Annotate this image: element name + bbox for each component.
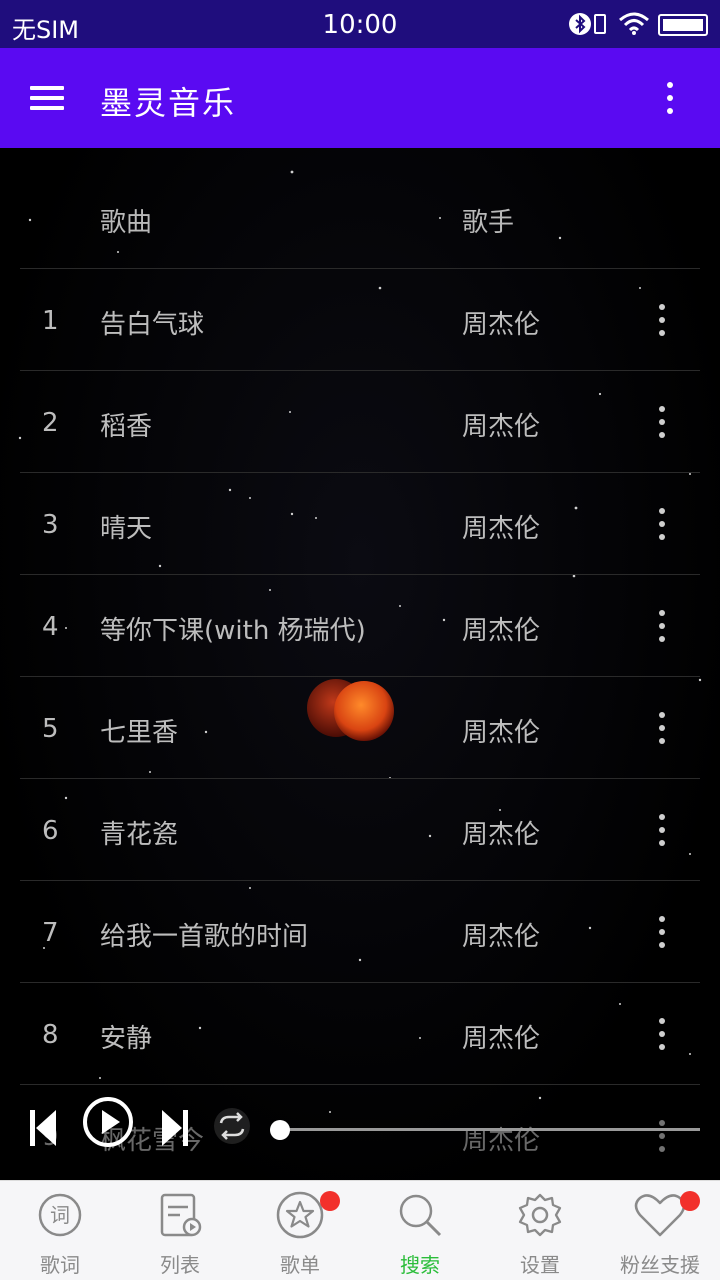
- singer-name: 周杰伦: [462, 718, 541, 748]
- song-row[interactable]: 1 告白气球 周杰伦: [0, 270, 720, 372]
- column-header-song: 歌曲: [100, 208, 153, 238]
- singer-name: 周杰伦: [462, 514, 541, 544]
- app-bar: 墨灵音乐: [0, 48, 720, 148]
- bluetooth-icon: [569, 13, 591, 35]
- wifi-icon: [619, 12, 649, 35]
- tab-settings[interactable]: 设置: [480, 1181, 600, 1280]
- star-icon: [276, 1191, 324, 1239]
- row-more-icon[interactable]: [650, 302, 674, 338]
- song-title: 青花瓷: [100, 820, 179, 850]
- progress-track[interactable]: [280, 1128, 700, 1131]
- song-list-panel: 歌曲 歌手 1 告白气球 周杰伦 2 稻香 周杰伦 3 晴天 周杰伦 4 等你下…: [0, 148, 720, 1180]
- row-number: 1: [42, 306, 59, 336]
- row-number: 6: [42, 816, 59, 846]
- search-icon: [399, 1194, 442, 1237]
- bottom-navigation: 词 歌词 列表 歌单 搜索 设置 粉丝支援: [0, 1180, 720, 1280]
- song-title: 告白气球: [100, 310, 205, 340]
- singer-name: 周杰伦: [462, 922, 541, 952]
- row-number: 7: [42, 918, 59, 948]
- singer-name: 周杰伦: [462, 310, 541, 340]
- song-title: 等你下课(with 杨瑞代): [100, 616, 366, 646]
- singer-name: 周杰伦: [462, 820, 541, 850]
- more-vertical-icon[interactable]: [656, 80, 684, 116]
- song-row[interactable]: 5 七里香 周杰伦: [0, 678, 720, 780]
- player-controls: [0, 1092, 720, 1168]
- tab-list[interactable]: 列表: [120, 1181, 240, 1280]
- row-number: 3: [42, 510, 59, 540]
- divider: [20, 472, 700, 473]
- divider: [20, 982, 700, 983]
- row-number: 2: [42, 408, 59, 438]
- song-row[interactable]: 8 安静 周杰伦: [0, 984, 720, 1086]
- divider: [20, 1084, 700, 1085]
- repeat-icon[interactable]: [212, 1106, 252, 1146]
- divider: [20, 676, 700, 677]
- sim-icon: [594, 14, 606, 34]
- row-more-icon[interactable]: [650, 404, 674, 440]
- gear-icon: [518, 1193, 562, 1237]
- table-header: 歌曲 歌手: [0, 148, 720, 268]
- divider: [20, 574, 700, 575]
- divider: [20, 778, 700, 779]
- divider: [20, 268, 700, 269]
- row-more-icon[interactable]: [650, 608, 674, 644]
- song-row[interactable]: 7 给我一首歌的时间 周杰伦: [0, 882, 720, 984]
- song-title: 稻香: [100, 412, 153, 442]
- list-icon: [160, 1193, 202, 1237]
- row-more-icon[interactable]: [650, 914, 674, 950]
- play-icon[interactable]: [82, 1096, 134, 1148]
- tab-label: 歌词: [40, 1253, 80, 1277]
- status-bar: 无SIM 10:00: [0, 0, 720, 48]
- row-number: 4: [42, 612, 59, 642]
- song-row[interactable]: 2 稻香 周杰伦: [0, 372, 720, 474]
- row-more-icon[interactable]: [650, 812, 674, 848]
- tab-label: 歌单: [280, 1253, 320, 1277]
- tab-label: 搜索: [400, 1253, 440, 1277]
- svg-text:词: 词: [50, 1203, 70, 1227]
- divider: [20, 370, 700, 371]
- divider: [20, 880, 700, 881]
- skip-next-icon[interactable]: [160, 1108, 190, 1148]
- tab-lyrics[interactable]: 词 歌词: [0, 1181, 120, 1280]
- row-more-icon[interactable]: [650, 506, 674, 542]
- singer-name: 周杰伦: [462, 412, 541, 442]
- row-more-icon[interactable]: [650, 1016, 674, 1052]
- singer-name: 周杰伦: [462, 1024, 541, 1054]
- tab-label: 设置: [520, 1253, 560, 1277]
- song-row[interactable]: 6 青花瓷 周杰伦: [0, 780, 720, 882]
- skip-previous-icon[interactable]: [28, 1108, 58, 1148]
- song-title: 晴天: [100, 514, 153, 544]
- app-title: 墨灵音乐: [100, 84, 237, 122]
- tab-playlist[interactable]: 歌单: [240, 1181, 360, 1280]
- lyrics-icon: 词: [38, 1193, 82, 1237]
- hamburger-menu-icon[interactable]: [30, 82, 68, 114]
- song-row[interactable]: 3 晴天 周杰伦: [0, 474, 720, 576]
- song-title: 给我一首歌的时间: [100, 922, 309, 952]
- singer-name: 周杰伦: [462, 616, 541, 646]
- progress-thumb[interactable]: [270, 1120, 290, 1140]
- tab-fan-support[interactable]: 粉丝支援: [600, 1181, 720, 1280]
- tab-label: 粉丝支援: [620, 1253, 700, 1277]
- song-title: 七里香: [100, 718, 179, 748]
- column-header-singer: 歌手: [462, 208, 515, 238]
- notification-badge: [680, 1191, 700, 1211]
- tab-search[interactable]: 搜索: [360, 1181, 480, 1280]
- notification-badge: [320, 1191, 340, 1211]
- tab-label: 列表: [160, 1253, 200, 1277]
- clock: 10:00: [322, 10, 398, 40]
- row-number: 5: [42, 714, 59, 744]
- song-title: 安静: [100, 1024, 153, 1054]
- song-row[interactable]: 4 等你下课(with 杨瑞代) 周杰伦: [0, 576, 720, 678]
- battery-icon: [658, 14, 708, 36]
- row-number: 8: [42, 1020, 59, 1050]
- row-more-icon[interactable]: [650, 710, 674, 746]
